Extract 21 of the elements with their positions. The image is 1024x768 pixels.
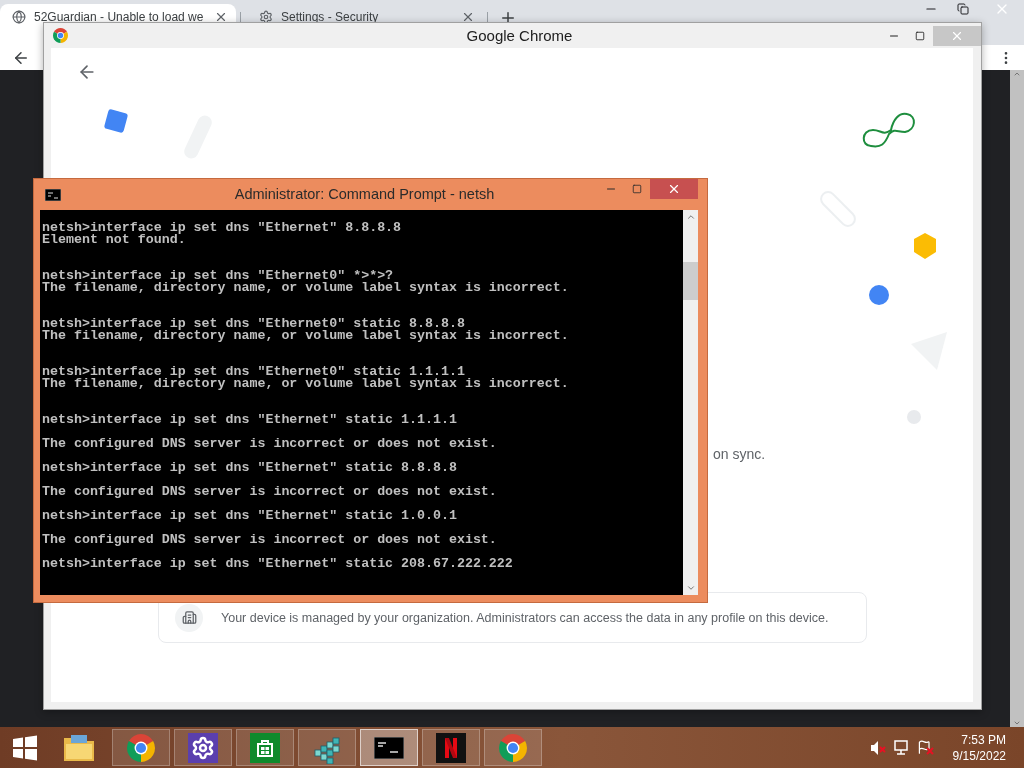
command-line: netsh>interface ip set dns "Ethernet" static 8.8.8.8: [42, 462, 457, 474]
clock-date: 9/15/2022: [952, 747, 1006, 764]
command-line: netsh>interface ip set dns "Ethernet0" static 1.1.1.1: [42, 366, 465, 378]
clock-time: 7:53 PM: [961, 731, 1006, 748]
output-line: The configured DNS server is incorrect or does not exist.: [42, 534, 497, 546]
command-line: netsh>interface ip set dns "Ethernet" 8.8.8.8: [42, 222, 402, 234]
window-title: Google Chrome: [465, 27, 574, 44]
command-line: netsh>interface ip set dns "Ethernet" static 208.67.222.222: [42, 558, 513, 570]
output-line: The filename, directory name, or volume label syntax is incorrect.: [42, 330, 569, 342]
sync-text: on sync.: [713, 446, 766, 462]
output-line: The configured DNS server is incorrect or does not exist.: [42, 486, 497, 498]
output-line: The filename, directory name, or volume label syntax is incorrect.: [42, 282, 569, 294]
output-line: The filename, directory name, or volume label syntax is incorrect.: [42, 378, 569, 390]
command-line: netsh>interface ip set dns "Ethernet" static 1.1.1.1: [42, 414, 457, 426]
managed-notice-text: Your device is managed by your organization. Administrators can access the data in any profile on this device.: [221, 610, 829, 625]
command-line: netsh>interface ip set dns "Ethernet0" static 8.8.8.8: [42, 318, 465, 330]
output-line: Element not found.: [42, 234, 186, 246]
window-title: Administrator: Command Prompt - netsh: [233, 186, 496, 202]
output-line: The configured DNS server is incorrect or does not exist.: [42, 438, 497, 450]
command-line: netsh>interface ip set dns "Ethernet" static 1.0.0.1: [42, 510, 457, 522]
command-line: netsh>interface ip set dns "Ethernet0" *>*>?: [42, 270, 394, 282]
